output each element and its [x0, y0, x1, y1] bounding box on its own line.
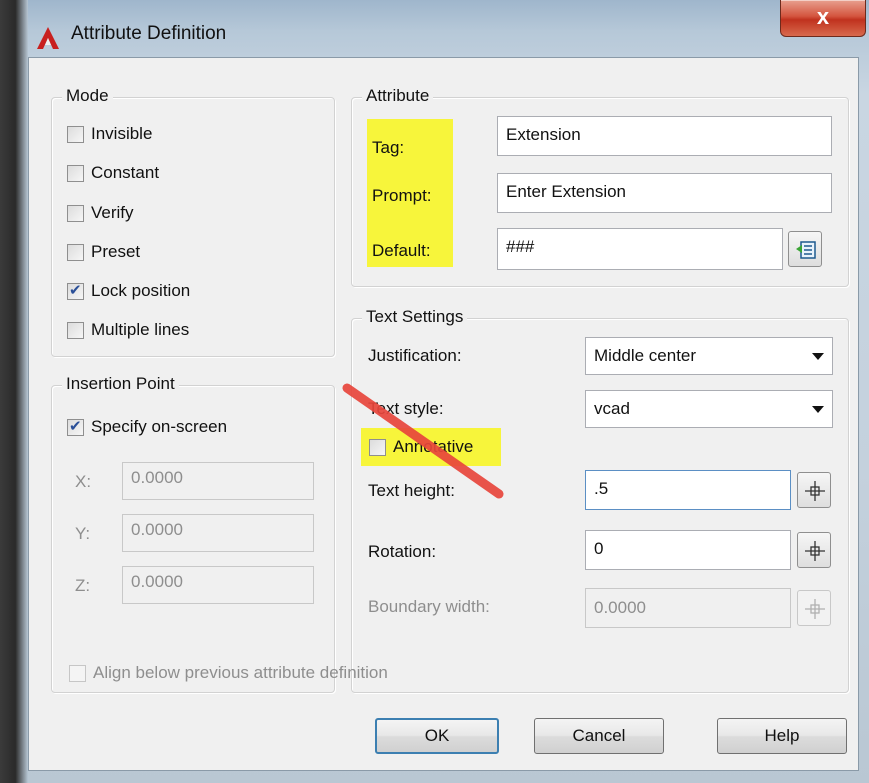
- verify-checkbox-row[interactable]: Verify: [67, 201, 134, 225]
- tag-input[interactable]: Extension: [497, 116, 832, 156]
- verify-label: Verify: [91, 203, 134, 222]
- boundary-width-field[interactable]: 0.0000: [585, 588, 791, 628]
- crosshair-icon: [805, 481, 825, 501]
- text-height-input[interactable]: .5: [585, 470, 791, 510]
- constant-checkbox[interactable]: [67, 164, 84, 182]
- attribute-group-title: Attribute: [362, 86, 434, 106]
- default-label: Default:: [372, 241, 431, 260]
- x-coordinate-field[interactable]: 0.0000: [122, 462, 314, 500]
- red-strike-annotation: [342, 383, 504, 499]
- constant-checkbox-row[interactable]: Constant: [67, 161, 159, 185]
- verify-checkbox[interactable]: [67, 204, 84, 222]
- ok-button[interactable]: OK: [375, 718, 499, 754]
- cancel-button[interactable]: Cancel: [534, 718, 664, 754]
- close-button[interactable]: x: [780, 0, 866, 37]
- lock-position-label: Lock position: [91, 281, 191, 300]
- text-style-value: vcad: [594, 399, 630, 418]
- preset-checkbox[interactable]: [67, 243, 84, 261]
- constant-label: Constant: [91, 163, 160, 182]
- insert-field-icon: [796, 241, 816, 259]
- invisible-label: Invisible: [91, 124, 153, 143]
- autocad-logo-icon: [37, 27, 59, 49]
- text-style-select[interactable]: vcad: [585, 390, 833, 428]
- crosshair-icon: [805, 599, 825, 619]
- align-below-checkbox-row[interactable]: Align below previous attribute definitio…: [69, 661, 388, 685]
- preset-checkbox-row[interactable]: Preset: [67, 240, 140, 264]
- justification-value: Middle center: [594, 346, 697, 365]
- align-below-label: Align below previous attribute definitio…: [93, 663, 388, 682]
- invisible-checkbox-row[interactable]: Invisible: [67, 122, 152, 146]
- specify-on-screen-checkbox-row[interactable]: Specify on-screen: [67, 415, 227, 439]
- lock-position-checkbox[interactable]: [67, 281, 84, 300]
- insert-field-button[interactable]: [788, 231, 822, 267]
- default-input[interactable]: ###: [497, 228, 783, 270]
- multiple-lines-label: Multiple lines: [91, 320, 190, 339]
- multiple-lines-checkbox[interactable]: [67, 321, 84, 339]
- justification-select[interactable]: Middle center: [585, 337, 833, 375]
- mode-group-title: Mode: [62, 86, 113, 106]
- pick-boundary-width-button[interactable]: [797, 590, 831, 626]
- dialog-client-area: Mode Invisible Constant Verify Preset Lo…: [28, 57, 859, 771]
- chevron-down-icon: [812, 406, 824, 413]
- z-label: Z:: [75, 576, 91, 595]
- text-settings-group-title: Text Settings: [362, 307, 468, 327]
- close-icon: x: [816, 4, 830, 29]
- window-frame-left: [0, 0, 28, 783]
- tag-label: Tag:: [372, 138, 405, 157]
- prompt-label: Prompt:: [372, 186, 432, 205]
- invisible-checkbox[interactable]: [67, 125, 84, 143]
- window-title: Attribute Definition: [71, 23, 227, 44]
- help-button[interactable]: Help: [717, 718, 847, 754]
- x-label: X:: [75, 472, 92, 491]
- justification-label: Justification:: [368, 346, 462, 365]
- pick-rotation-button[interactable]: [797, 532, 831, 568]
- boundary-width-label: Boundary width:: [368, 597, 490, 616]
- z-coordinate-field[interactable]: 0.0000: [122, 566, 314, 604]
- rotation-label: Rotation:: [368, 542, 437, 561]
- prompt-input[interactable]: Enter Extension: [497, 173, 832, 213]
- align-below-checkbox[interactable]: [69, 664, 86, 682]
- specify-on-screen-label: Specify on-screen: [91, 417, 228, 436]
- preset-label: Preset: [91, 242, 141, 261]
- y-label: Y:: [75, 524, 91, 543]
- lock-position-checkbox-row[interactable]: Lock position: [67, 279, 190, 303]
- pick-text-height-button[interactable]: [797, 472, 831, 508]
- y-coordinate-field[interactable]: 0.0000: [122, 514, 314, 552]
- specify-on-screen-checkbox[interactable]: [67, 417, 84, 436]
- multiple-lines-checkbox-row[interactable]: Multiple lines: [67, 318, 189, 342]
- crosshair-icon: [805, 541, 825, 561]
- insertion-point-group-title: Insertion Point: [62, 374, 179, 394]
- chevron-down-icon: [812, 353, 824, 360]
- rotation-input[interactable]: 0: [585, 530, 791, 570]
